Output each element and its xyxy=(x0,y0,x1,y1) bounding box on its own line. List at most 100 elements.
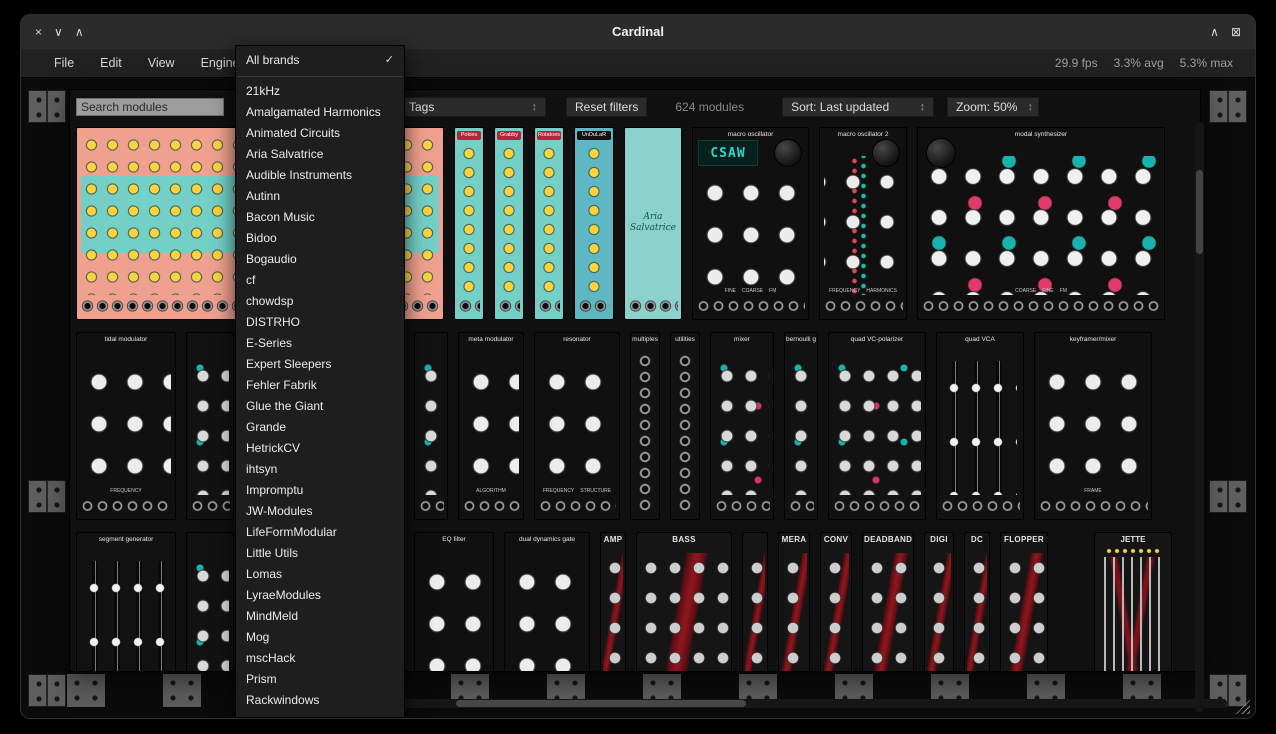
brand-item-e-series[interactable]: E-Series xyxy=(236,333,404,354)
module-eq-filter[interactable]: EQ filter xyxy=(414,532,494,671)
brand-item-aria-salvatrice[interactable]: Aria Salvatrice xyxy=(236,144,404,165)
brand-item-bacon-music[interactable]: Bacon Music xyxy=(236,207,404,228)
module-segment-generator[interactable]: segment generatorSHAPE/TIMEGATE xyxy=(76,532,176,671)
brand-item-21khz[interactable]: 21kHz xyxy=(236,81,404,102)
menubar-item-view[interactable]: View xyxy=(135,49,188,77)
brand-item-ihtsyn[interactable]: ihtsyn xyxy=(236,459,404,480)
brand-item-animated-circuits[interactable]: Animated Circuits xyxy=(236,123,404,144)
brand-item-rackwindows[interactable]: Rackwindows xyxy=(236,690,404,711)
module-tile[interactable]: CV xyxy=(742,532,768,671)
module-graphics xyxy=(603,553,623,671)
reset-filters-button[interactable]: Reset filters xyxy=(566,97,647,117)
module-bass[interactable]: BASSCUTOFFDECAYENVMODACCENT xyxy=(636,532,732,671)
brand-item-fehler-fabrik[interactable]: Fehler Fabrik xyxy=(236,375,404,396)
brand-item-bogaudio[interactable]: Bogaudio xyxy=(236,249,404,270)
module-undular[interactable]: UnDuLaR xyxy=(574,127,614,320)
module-mixer[interactable]: mixer xyxy=(710,332,774,520)
module-graphics xyxy=(537,144,561,297)
module-digi[interactable]: DIGIANALOG xyxy=(924,532,954,671)
zoom-dropdown[interactable]: Zoom: 50% ↕ xyxy=(947,97,1039,117)
window-close-icon[interactable]: × xyxy=(35,26,42,38)
menubar-item-file[interactable]: File xyxy=(41,49,87,77)
brand-item-amalgamated-harmonics[interactable]: Amalgamated Harmonics xyxy=(236,102,404,123)
module-macro-oscillator-2[interactable]: macro oscillator 2FREQUENCYHARMONICS xyxy=(819,127,907,320)
module-resonator[interactable]: resonatorFREQUENCYSTRUCTURE xyxy=(534,332,620,520)
sort-dropdown[interactable]: Sort: Last updated ↕ xyxy=(782,97,934,117)
module-title: DEADBAND xyxy=(864,535,912,544)
tags-filter-dropdown[interactable]: Tags ↕ xyxy=(400,97,546,117)
module-graphics xyxy=(745,553,765,671)
brand-item-jw-modules[interactable]: JW-Modules xyxy=(236,501,404,522)
module-flopper[interactable]: FLOPPERCV xyxy=(1000,532,1048,671)
module-macro-oscillator[interactable]: macro oscillatorCSAWFINECOARSEFM xyxy=(692,127,809,320)
module-deadband[interactable]: DEADBANDWIDTHGAP xyxy=(862,532,914,671)
brand-item-mschack[interactable]: mscHack xyxy=(236,648,404,669)
brand-item-audible-instruments[interactable]: Audible Instruments xyxy=(236,165,404,186)
brand-item-cf[interactable]: cf xyxy=(236,270,404,291)
module-tile[interactable] xyxy=(414,332,448,520)
module-rotatoes[interactable]: Rotatoes xyxy=(534,127,564,320)
brand-item-mog[interactable]: Mog xyxy=(236,627,404,648)
window-maximize-icon[interactable]: ∧ xyxy=(75,26,84,38)
brand-item-all-brands[interactable]: All brands ✓ xyxy=(236,49,404,72)
module-multiples[interactable]: multiples xyxy=(630,332,660,520)
brand-item-impromptu[interactable]: Impromptu xyxy=(236,480,404,501)
brand-item-lomas[interactable]: Lomas xyxy=(236,564,404,585)
brand-item-autinn[interactable]: Autinn xyxy=(236,186,404,207)
module-amp[interactable]: AMPCVIN xyxy=(600,532,626,671)
module-title: macro oscillator xyxy=(694,130,807,139)
module-aria-salvatrice[interactable]: Aria Salvatrice xyxy=(624,127,682,320)
window-ontop-icon[interactable]: ∧ xyxy=(1210,26,1219,38)
module-utilities[interactable]: utilities xyxy=(670,332,700,520)
brand-item-grande[interactable]: Grande xyxy=(236,417,404,438)
module-keyframer-mixer[interactable]: keyframer/mixerFRAME xyxy=(1034,332,1152,520)
module-meta-modulator[interactable]: meta modulatorALGORITHM xyxy=(458,332,524,520)
window-minimize-icon[interactable]: ∨ xyxy=(54,26,63,38)
module-title: quad VC-polarizer xyxy=(830,335,924,344)
brand-item-mindmeld[interactable]: MindMeld xyxy=(236,606,404,627)
horizontal-scrollbar-thumb[interactable] xyxy=(456,700,746,707)
brand-item-bidoo[interactable]: Bidoo xyxy=(236,228,404,249)
brand-item-lyraemodules[interactable]: LyraeModules xyxy=(236,585,404,606)
module-title: segment generator xyxy=(78,535,174,544)
brand-item-glue-the-giant[interactable]: Glue the Giant xyxy=(236,396,404,417)
module-pokies[interactable]: Pokies xyxy=(454,127,484,320)
brand-item-expert-sleepers[interactable]: Expert Sleepers xyxy=(236,354,404,375)
cardinal-window: × ∨ ∧ Cardinal ∧ ⊠ FileEditViewEngineHel… xyxy=(20,14,1256,719)
module-title: dual dynamics gate xyxy=(506,535,588,544)
brand-item-lifeformmodular[interactable]: LifeFormModular xyxy=(236,522,404,543)
window-close-box-icon[interactable]: ⊠ xyxy=(1231,26,1241,38)
module-conv[interactable]: CONV0-10V xyxy=(820,532,852,671)
module-ports xyxy=(823,296,903,316)
module-mera[interactable]: MERACV xyxy=(778,532,810,671)
vertical-scrollbar-thumb[interactable] xyxy=(1196,170,1203,254)
module-labels: FREQUENCYSTRUCTURE xyxy=(535,488,619,494)
brand-item-hetrickcv[interactable]: HetrickCV xyxy=(236,438,404,459)
module-graphics xyxy=(191,561,229,671)
module-dc[interactable]: DC xyxy=(964,532,990,671)
module-jette[interactable]: JETTE xyxy=(1094,532,1172,671)
module-ports xyxy=(940,496,1020,516)
vertical-scrollbar[interactable] xyxy=(1195,122,1204,712)
module-labels: FRAME xyxy=(1035,488,1151,494)
module-grabby[interactable]: Grabby xyxy=(494,127,524,320)
module-dual-dynamics-gate[interactable]: dual dynamics gate xyxy=(504,532,590,671)
module-tile[interactable] xyxy=(186,332,234,520)
module-graphics xyxy=(1003,553,1045,671)
module-modal-synthesizer[interactable]: modal synthesizerCOARSEFINEFM xyxy=(917,127,1165,320)
brand-item-chowdsp[interactable]: chowdsp xyxy=(236,291,404,312)
module-tidal-modulator[interactable]: tidal modulatorFREQUENCY xyxy=(76,332,176,520)
module-title: tidal modulator xyxy=(78,335,174,344)
module-quad-vc-polarizer[interactable]: quad VC-polarizer xyxy=(828,332,926,520)
module-tile[interactable] xyxy=(186,532,234,671)
module-quad-vca[interactable]: quad VCA xyxy=(936,332,1024,520)
brand-item-prism[interactable]: Prism xyxy=(236,669,404,690)
menubar-item-edit[interactable]: Edit xyxy=(87,49,135,77)
cpu-avg-stat: 3.3% avg xyxy=(1114,56,1164,70)
brand-item-little-utils[interactable]: Little Utils xyxy=(236,543,404,564)
brand-item-distrho[interactable]: DISTRHO xyxy=(236,312,404,333)
module-title: utilities xyxy=(672,335,698,344)
search-input[interactable] xyxy=(76,98,224,116)
module-bernoulli-gate[interactable]: bernoulli gate xyxy=(784,332,818,520)
rack-rail-block xyxy=(28,480,66,513)
